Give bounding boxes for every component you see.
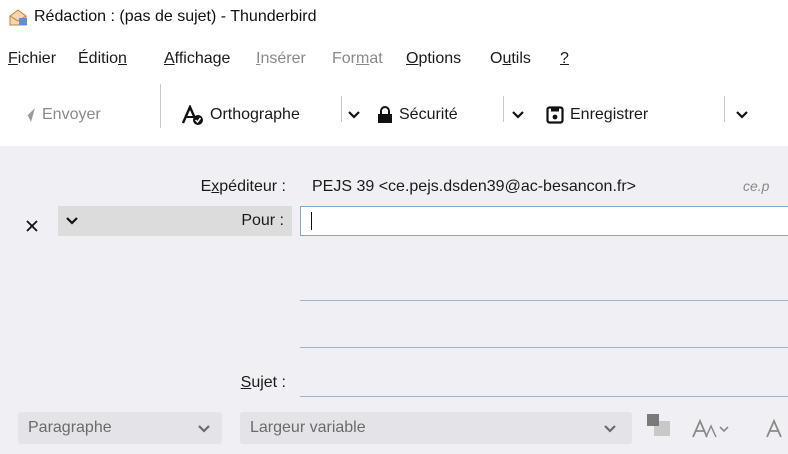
menu-bar: Fichier Édition Affichage Insérer Format… [0, 36, 788, 76]
recipient-input-empty-row[interactable] [300, 347, 788, 348]
recipient-type-select[interactable]: Pour : [58, 206, 292, 236]
security-dropdown-chevron-icon[interactable] [510, 107, 526, 123]
menu-format[interactable]: Format [332, 50, 383, 68]
menu-inserer[interactable]: Insérer [256, 50, 306, 68]
paragraph-format-select[interactable]: Paragraphe [18, 412, 222, 444]
from-extra-address: ce.p [743, 178, 770, 194]
save-dropdown-chevron-icon[interactable] [734, 107, 750, 123]
toolbar-separator [160, 84, 161, 128]
menu-options[interactable]: Options [406, 50, 461, 68]
save-button[interactable]: Enregistrer [546, 102, 648, 128]
menu-help[interactable]: ? [560, 50, 569, 68]
send-icon [20, 108, 35, 123]
menu-edition[interactable]: Édition [78, 50, 127, 68]
menu-fichier[interactable]: Fichier [8, 50, 56, 68]
spellcheck-icon [182, 105, 203, 125]
send-button[interactable]: Envoyer [20, 102, 101, 128]
spellcheck-dropdown-chevron-icon[interactable] [346, 107, 362, 123]
from-identity-select[interactable]: PEJS 39 <ce.pejs.dsden39@ac-besancon.fr> [312, 178, 636, 196]
menu-outils[interactable]: Outils [490, 50, 531, 68]
to-recipient-input[interactable] [300, 206, 788, 236]
security-button[interactable]: Sécurité [377, 102, 458, 128]
toolbar-separator [341, 96, 342, 122]
subject-label: Sujet : [240, 374, 286, 391]
lock-icon [378, 106, 392, 123]
chevron-down-icon [66, 217, 78, 225]
text-caret [311, 212, 312, 230]
subject-input[interactable] [300, 396, 788, 397]
remove-recipient-close-icon[interactable] [24, 218, 40, 234]
from-label: Expéditeur : [200, 178, 286, 195]
to-label: Pour : [241, 212, 284, 229]
compose-window-icon [9, 9, 27, 26]
text-color-picker-icon[interactable] [645, 412, 671, 438]
window-title: Rédaction : (pas de sujet) - Thunderbird [34, 8, 317, 25]
font-face-select[interactable]: Largeur variable [240, 412, 632, 444]
chevron-down-icon [604, 425, 616, 433]
toolbar-separator [503, 96, 504, 122]
title-bar: Rédaction : (pas de sujet) - Thunderbird [0, 0, 788, 36]
decrease-font-size-icon[interactable] [692, 418, 732, 440]
chevron-down-icon [198, 425, 210, 433]
spellcheck-button[interactable]: Orthographe [182, 102, 300, 128]
increase-font-size-icon[interactable] [766, 418, 784, 440]
recipient-input-empty-row[interactable] [300, 300, 788, 301]
compose-toolbar: Envoyer Orthographe Sécurité Enregistrer [0, 76, 788, 146]
save-icon [546, 106, 564, 124]
toolbar-separator [724, 96, 725, 122]
menu-affichage[interactable]: Affichage [164, 50, 230, 68]
